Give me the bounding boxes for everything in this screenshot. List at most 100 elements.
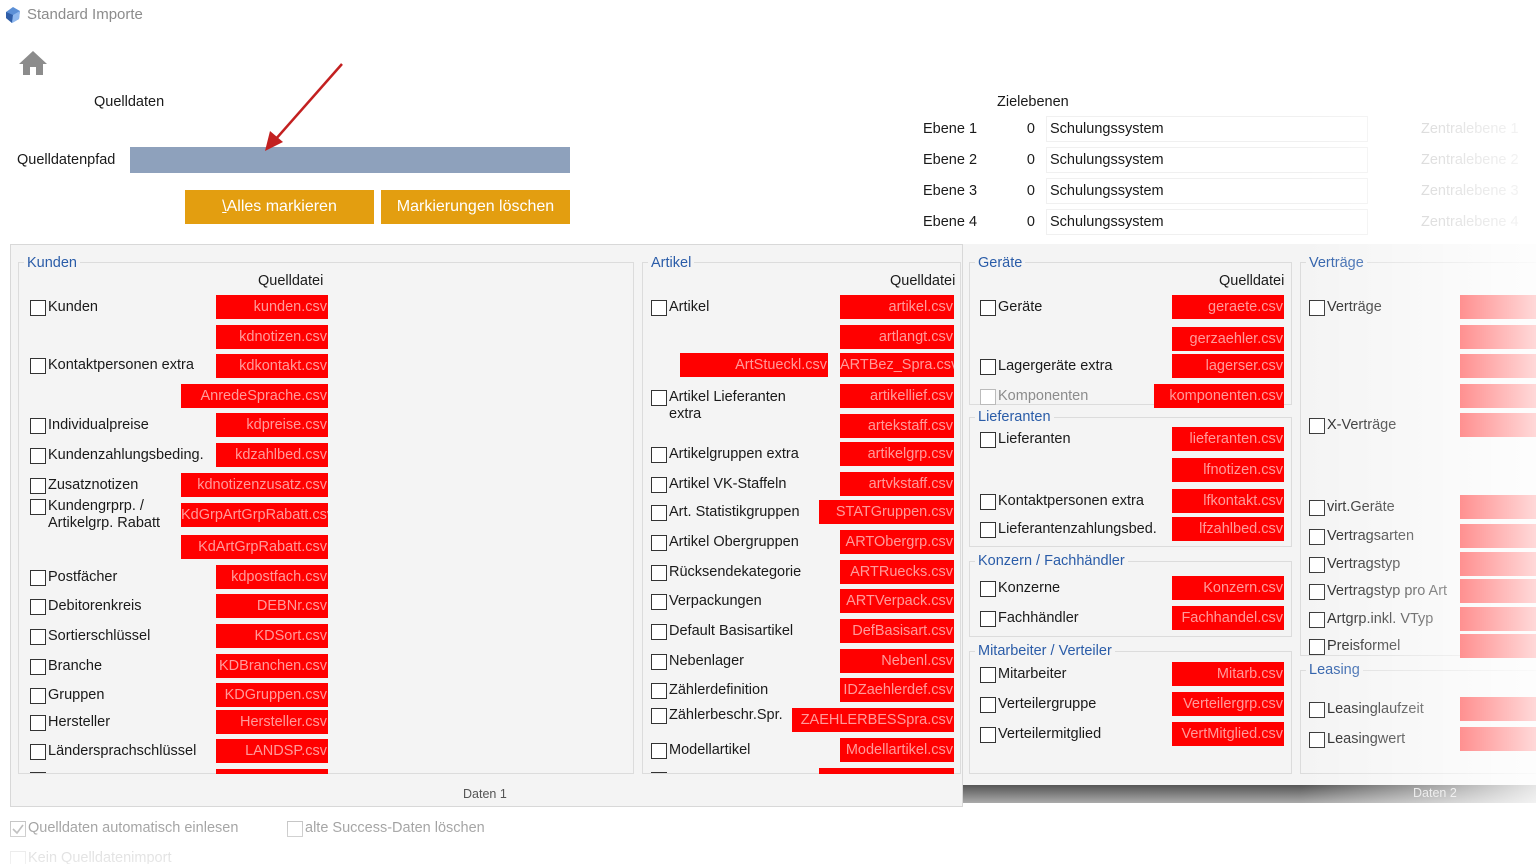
file-field[interactable] xyxy=(1460,727,1536,751)
file-field[interactable]: lagerser.csv xyxy=(1172,354,1284,378)
file-field[interactable]: kunden.csv xyxy=(216,295,328,319)
file-field[interactable]: LANDSP.csv xyxy=(216,739,328,763)
file-field[interactable] xyxy=(1460,607,1536,631)
checkbox-box[interactable] xyxy=(30,744,46,760)
checkbox-box[interactable] xyxy=(1309,500,1325,516)
checkbox-vertragsarten[interactable]: Vertragsarten xyxy=(1309,528,1414,545)
file-field[interactable]: ARTObergrp.csv xyxy=(840,530,954,554)
file-field[interactable]: kdnotizen.csv xyxy=(216,325,328,349)
checkbox-box[interactable] xyxy=(980,359,996,375)
file-field[interactable]: ARTRuecks.csv xyxy=(840,560,954,584)
checkbox-box[interactable] xyxy=(30,570,46,586)
file-field[interactable]: STATGruppen.csv xyxy=(819,500,954,524)
checkbox-box[interactable] xyxy=(980,432,996,448)
checkbox-box[interactable] xyxy=(1309,584,1325,600)
file-field[interactable]: ARTVerpack.csv xyxy=(840,589,954,613)
checkbox-zaehlerbeschr[interactable]: Zählerbeschr.Spr. xyxy=(651,707,783,724)
file-field[interactable]: Fachhandel.csv xyxy=(1172,606,1284,630)
checkbox-fachhaendler[interactable]: Fachhändler xyxy=(980,610,1079,627)
checkbox-box[interactable] xyxy=(651,477,667,493)
checkbox-leasingwert[interactable]: Leasingwert xyxy=(1309,731,1405,748)
file-field[interactable]: Konzern.csv xyxy=(1172,576,1284,600)
file-field[interactable]: AnredeSprache.csv xyxy=(181,384,328,408)
checkbox-box[interactable] xyxy=(980,522,996,538)
checkbox-vertragstyp[interactable]: Vertragstyp xyxy=(1309,556,1400,573)
level-name[interactable]: Schulungssystem xyxy=(1046,147,1368,173)
file-field[interactable]: Hersteller.csv xyxy=(216,710,328,734)
level-name[interactable]: Schulungssystem xyxy=(1046,209,1368,235)
checkbox-box[interactable] xyxy=(1309,529,1325,545)
file-field[interactable] xyxy=(1460,384,1536,408)
file-field[interactable]: artekstaff.csv xyxy=(840,414,954,438)
checkbox-box[interactable] xyxy=(10,851,26,864)
checkbox-box[interactable] xyxy=(651,390,667,406)
tab-daten-1[interactable]: Daten 1 xyxy=(463,787,507,801)
file-field[interactable]: ZAEHLERBESSpra.csv xyxy=(792,708,954,732)
checkbox-box[interactable] xyxy=(10,821,26,837)
checkbox-ruecksendekategorie[interactable]: Rücksendekategorie xyxy=(651,564,801,581)
file-field[interactable]: KDSort.csv xyxy=(216,624,328,648)
checkbox-lieferanten[interactable]: Lieferanten xyxy=(980,431,1071,448)
checkbox-lf-kontaktpersonen[interactable]: Kontaktpersonen extra xyxy=(980,493,1144,510)
checkbox-box[interactable] xyxy=(30,300,46,316)
home-icon[interactable] xyxy=(16,46,50,80)
file-field[interactable]: kdpreise.csv xyxy=(216,413,328,437)
checkbox-lagergeraete[interactable]: Lagergeräte extra xyxy=(980,358,1112,375)
checkbox-box[interactable] xyxy=(980,727,996,743)
checkbox-box[interactable] xyxy=(287,821,303,837)
checkbox-box[interactable] xyxy=(1309,418,1325,434)
checkbox-modellartikel[interactable]: Modellartikel xyxy=(651,742,750,759)
checkbox-box[interactable] xyxy=(1309,557,1325,573)
checkbox-leasinglaufzeit[interactable]: Leasinglaufzeit xyxy=(1309,701,1424,718)
checkbox-x-vertraege[interactable]: X-Verträge xyxy=(1309,417,1396,434)
checkbox-verteilergruppe[interactable]: Verteilergruppe xyxy=(980,696,1096,713)
file-field[interactable]: komponenten.csv xyxy=(1154,384,1284,408)
level-name[interactable]: Schulungssystem xyxy=(1046,116,1368,142)
file-field[interactable] xyxy=(1460,552,1536,576)
file-field[interactable]: gerzaehler.csv xyxy=(1172,327,1284,351)
file-field[interactable] xyxy=(1460,413,1536,437)
file-field[interactable]: Mitarb.csv xyxy=(1172,662,1284,686)
file-field[interactable] xyxy=(1460,579,1536,603)
checkbox-box[interactable] xyxy=(651,505,667,521)
checkbox-box[interactable] xyxy=(651,708,667,724)
checkbox-artgrp-vtyp[interactable]: Artgrp.inkl. VTyp xyxy=(1309,611,1433,628)
checkbox-statistikgruppen[interactable]: Art. Statistikgruppen xyxy=(651,504,800,521)
checkbox-kundengrprp[interactable]: Kundengrprp. / Artikelgrp. Rabatt xyxy=(30,498,160,532)
file-field[interactable]: artvkstaff.csv xyxy=(840,472,954,496)
mark-all-button[interactable]: \Alles markieren xyxy=(185,190,374,224)
file-field[interactable]: kdzahlbed.csv xyxy=(216,443,328,467)
checkbox-postfaecher[interactable]: Postfächer xyxy=(30,569,117,586)
checkbox-hersteller[interactable]: Hersteller xyxy=(30,714,110,731)
checkbox-box[interactable] xyxy=(980,667,996,683)
checkbox-box[interactable] xyxy=(1309,732,1325,748)
tab-daten-2[interactable]: Daten 2 xyxy=(1413,786,1457,800)
checkbox-konzerne[interactable]: Konzerne xyxy=(980,580,1060,597)
checkbox-box[interactable] xyxy=(980,697,996,713)
file-field[interactable]: lfnotizen.csv xyxy=(1172,458,1284,482)
checkbox-laendersprachschluessel[interactable]: Ländersprachschlüssel xyxy=(30,743,196,760)
clear-marks-button[interactable]: Markierungen löschen xyxy=(381,190,570,224)
checkbox-box[interactable] xyxy=(30,629,46,645)
file-field[interactable]: Verteilergrp.csv xyxy=(1172,692,1284,716)
file-field[interactable] xyxy=(1460,295,1536,319)
file-field[interactable]: ARTBez_Spra.csv xyxy=(840,353,954,377)
checkbox-box[interactable] xyxy=(651,743,667,759)
checkbox-box[interactable] xyxy=(651,447,667,463)
checkbox-vertraege[interactable]: Verträge xyxy=(1309,299,1382,316)
file-field[interactable]: KDBranchen.csv xyxy=(216,654,328,678)
checkbox-box[interactable] xyxy=(980,581,996,597)
checkbox-lieferantenzahlungsbed[interactable]: Lieferantenzahlungsbed. xyxy=(980,521,1157,538)
file-field[interactable] xyxy=(1460,325,1536,349)
checkbox-box[interactable] xyxy=(30,478,46,494)
file-field[interactable]: IDZaehlerdef.csv xyxy=(840,678,954,702)
file-field[interactable]: KdArtGrpRabatt.csv xyxy=(181,535,328,559)
file-field[interactable] xyxy=(1460,634,1536,658)
checkbox-box[interactable] xyxy=(980,611,996,627)
checkbox-verpackungen[interactable]: Verpackungen xyxy=(651,593,762,610)
checkbox-box[interactable] xyxy=(1309,639,1325,655)
checkbox-box[interactable] xyxy=(651,594,667,610)
checkbox-zaehlerdefinition[interactable]: Zählerdefinition xyxy=(651,682,768,699)
checkbox-default-basisartikel[interactable]: Default Basisartikel xyxy=(651,623,793,640)
checkbox-box[interactable] xyxy=(651,565,667,581)
